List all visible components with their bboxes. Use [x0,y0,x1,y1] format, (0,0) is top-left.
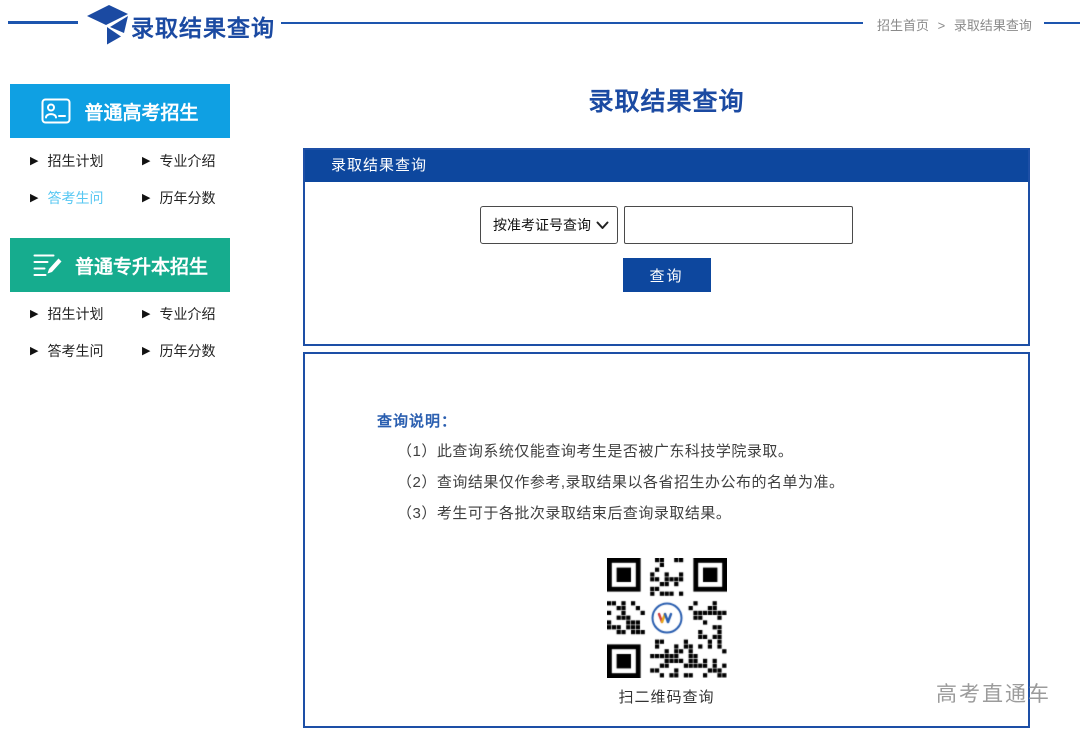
sidebar-item-zhuanye-jieshao-2[interactable]: ▶ 专业介绍 [122,303,234,325]
breadcrumb-home-link[interactable]: 招生首页 [877,18,929,33]
header-divider-left [8,21,78,24]
triangle-marker-icon: ▶ [30,156,38,167]
page: 录取结果查询 招生首页 > 录取结果查询 普通高考招生 ▶ 招生计划 ▶ 专业介… [0,0,1080,734]
page-title: 录取结果查询 [303,82,1030,118]
sidebar-item-linian-fenshu-2[interactable]: ▶ 历年分数 [122,340,234,362]
sidebar-section-title: 普通专升本招生 [75,252,208,279]
header-divider-right [1044,22,1080,24]
breadcrumb-current: 录取结果查询 [954,18,1032,33]
sidebar-item-zhaosheng-jihua-2[interactable]: ▶ 招生计划 [10,303,122,325]
search-button[interactable]: 查询 [623,258,711,292]
triangle-marker-icon: ▶ [30,309,38,320]
sidebar-item-zhaosheng-jihua[interactable]: ▶ 招生计划 [10,150,122,172]
triangle-marker-icon: ▶ [30,193,38,204]
query-input[interactable] [624,206,853,244]
query-type-select-wrap: 按准考证号查询 [480,206,618,244]
triangle-marker-icon: ▶ [142,193,150,204]
sidebar-item-zhuanye-jieshao[interactable]: ▶ 专业介绍 [122,150,234,172]
id-card-icon [41,98,71,124]
sidebar-section-gaokao[interactable]: 普通高考招生 [10,84,230,138]
qr-code [607,558,727,678]
query-panel: 录取结果查询 按准考证号查询 查询 [303,148,1030,346]
sidebar-item-linian-fenshu[interactable]: ▶ 历年分数 [122,187,234,209]
site-title: 录取结果查询 [131,9,275,43]
triangle-marker-icon: ▶ [142,309,150,320]
triangle-marker-icon: ▶ [142,156,150,167]
notes-panel: 查询说明： （1）此查询系统仅能查询考生是否被广东科技学院录取。 （2）查询结果… [303,352,1030,728]
site-logo-icon [84,3,130,47]
sidebar-section-zhuanshengben[interactable]: 普通专升本招生 [10,238,230,292]
breadcrumb-separator: > [938,18,946,33]
breadcrumb: 招生首页 > 录取结果查询 [877,15,1032,34]
document-pencil-icon [32,252,62,279]
query-type-select[interactable]: 按准考证号查询 [480,206,618,244]
query-notes: 查询说明： （1）此查询系统仅能查询考生是否被广东科技学院录取。 （2）查询结果… [377,410,1028,524]
note-line-1: （1）此查询系统仅能查询考生是否被广东科技学院录取。 [397,442,1028,462]
sidebar-section-title: 普通高考招生 [84,98,198,125]
sidebar-menu-zhuanshengben: ▶ 招生计划 ▶ 专业介绍 ▶ 答考生问 ▶ 历年分数 [10,303,234,362]
sidebar-menu-gaokao: ▶ 招生计划 ▶ 专业介绍 ▶ 答考生问 ▶ 历年分数 [10,150,234,209]
header-divider-middle [281,22,863,24]
note-line-3: （3）考生可于各批次录取结束后查询录取结果。 [397,504,1028,524]
sidebar-item-dakaoshengwen-2[interactable]: ▶ 答考生问 [10,340,122,362]
triangle-marker-icon: ▶ [142,346,150,357]
watermark: 高考直通车 [936,678,1051,708]
qr-caption: 扫二维码查询 [618,686,714,707]
triangle-marker-icon: ▶ [30,346,38,357]
note-line-2: （2）查询结果仅作参考,录取结果以各省招生办公布的名单为准。 [397,473,1028,493]
query-panel-header: 录取结果查询 [305,150,1028,182]
sidebar-item-dakaoshengwen[interactable]: ▶ 答考生问 [10,187,122,209]
query-form-row: 按准考证号查询 [305,206,1028,244]
notes-title: 查询说明： [377,410,1028,431]
qr-block: 扫二维码查询 [305,558,1028,707]
